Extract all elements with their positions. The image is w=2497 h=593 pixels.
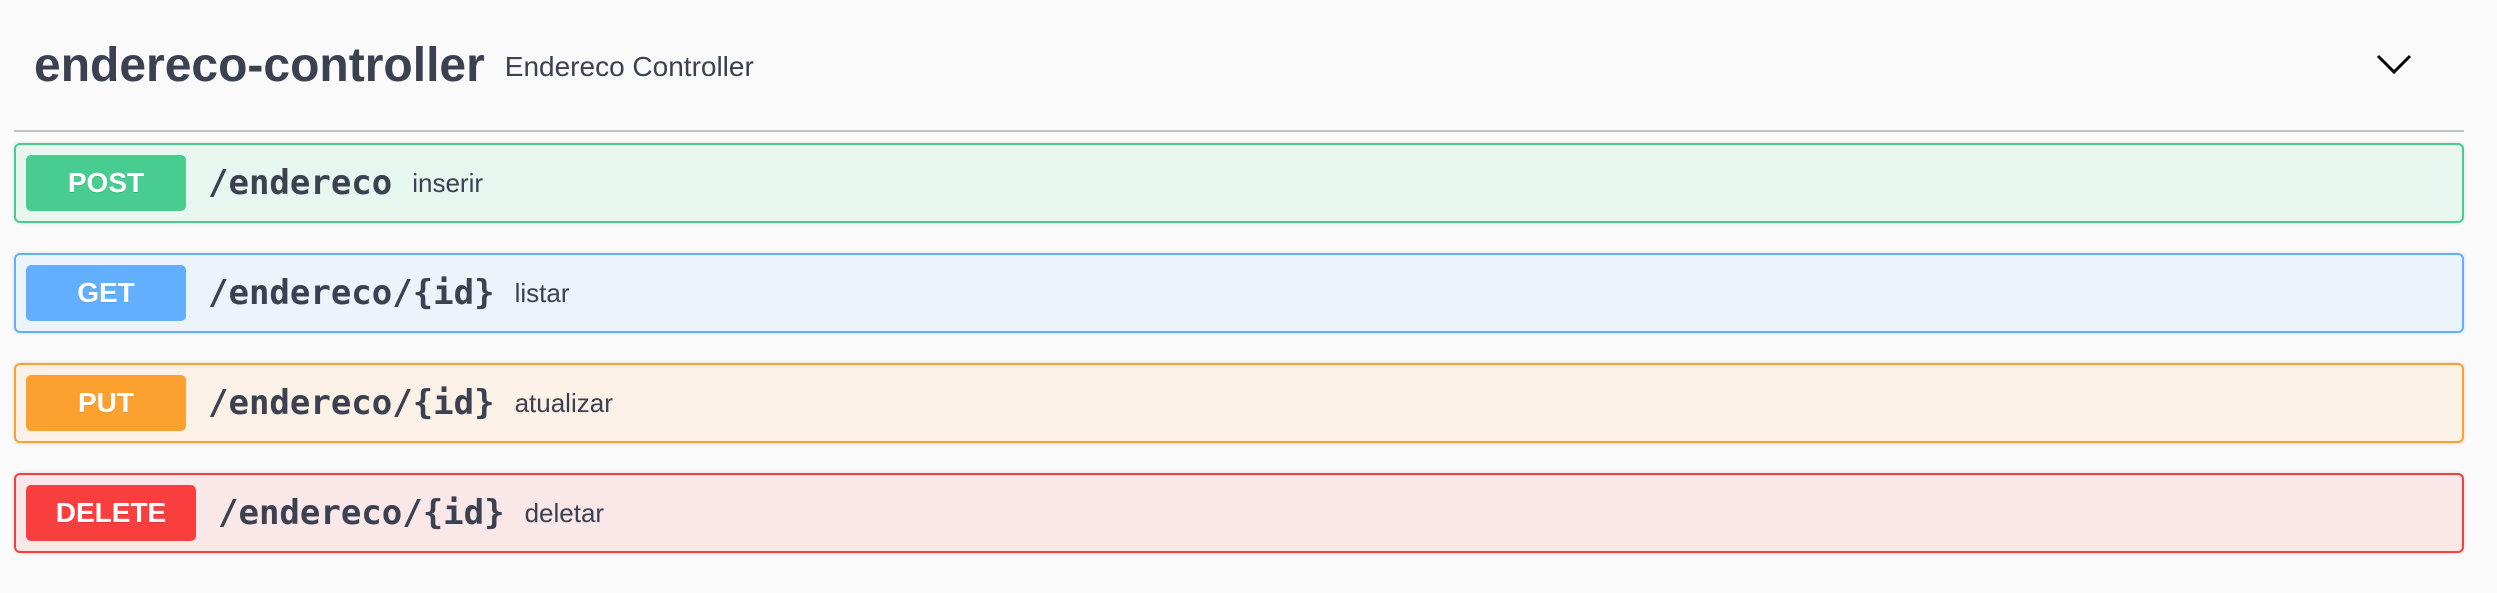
operation-get-endereco-id[interactable]: GET /endereco/{id} listar — [14, 253, 2464, 333]
operation-delete-endereco-id[interactable]: DELETE /endereco/{id} deletar — [14, 473, 2464, 553]
tag-description: Endereco Controller — [504, 51, 754, 82]
operation-path: /endereco/{id} — [208, 273, 495, 313]
operation-summary: listar — [514, 277, 570, 308]
method-badge-delete: DELETE — [26, 485, 196, 541]
operation-put-endereco-id[interactable]: PUT /endereco/{id} atualizar — [14, 363, 2464, 443]
operation-path: /endereco/{id} — [208, 383, 495, 423]
method-badge-put: PUT — [26, 375, 186, 431]
chevron-down-icon[interactable] — [2374, 48, 2414, 78]
operation-path: /endereco — [208, 163, 393, 203]
operation-path: /endereco/{id} — [218, 493, 505, 533]
method-badge-post: POST — [26, 155, 186, 211]
operation-post-endereco[interactable]: POST /endereco inserir — [14, 143, 2464, 223]
tag-name: endereco-controller — [34, 38, 485, 92]
operation-summary: atualizar — [514, 387, 613, 418]
method-badge-get: GET — [26, 265, 186, 321]
tag-header[interactable]: endereco-controller Endereco Controller — [14, 0, 2464, 132]
operation-summary: deletar — [524, 497, 605, 528]
operation-summary: inserir — [412, 167, 484, 198]
